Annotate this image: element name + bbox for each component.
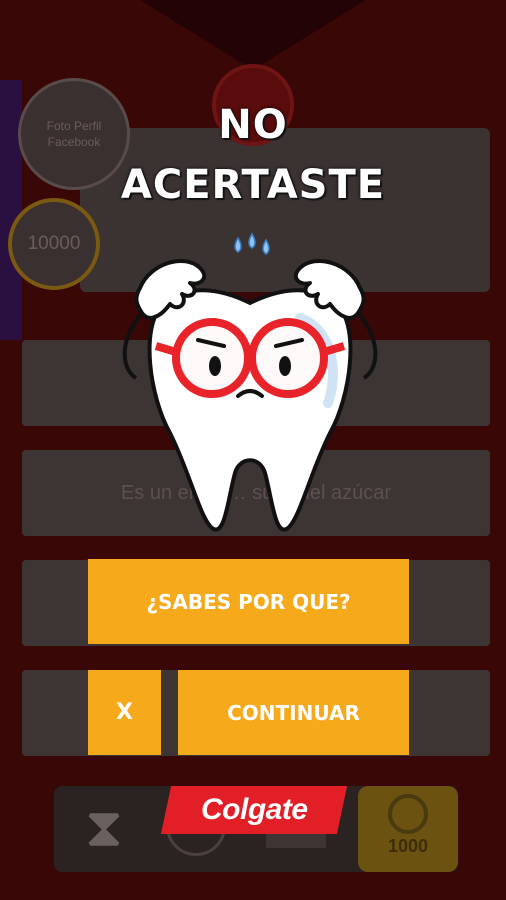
colgate-logo: Colgate — [160, 786, 348, 834]
continue-button[interactable]: CONTINUAR — [178, 670, 409, 755]
medal-icon — [388, 794, 428, 834]
hourglass-icon: ⧗ — [85, 798, 123, 858]
logo-text: Colgate — [200, 793, 308, 826]
points-badge: 10000 — [8, 198, 100, 290]
sweat-drops-icon — [234, 232, 270, 255]
medal-value: 1000 — [387, 836, 429, 856]
sad-tooth-illustration — [122, 232, 378, 532]
result-title-line2: ACERTASTE — [120, 162, 386, 208]
close-button[interactable]: X — [88, 670, 161, 755]
why-button[interactable]: ¿SABES POR QUE? — [88, 559, 409, 644]
result-title-line1: NO — [218, 102, 288, 148]
header-banner — [140, 0, 366, 70]
medal-powerup: 1000 — [358, 786, 458, 872]
